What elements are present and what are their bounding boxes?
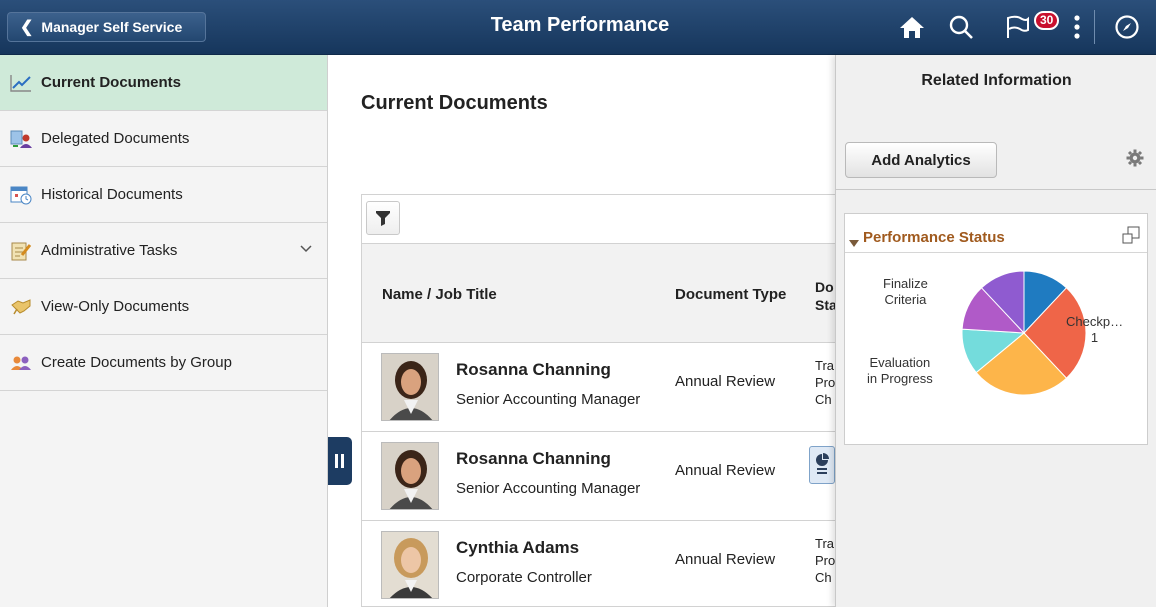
employee-photo <box>381 353 439 421</box>
status-line: Pro <box>815 553 836 568</box>
home-icon[interactable] <box>895 10 929 44</box>
status-line: Ch <box>815 570 832 585</box>
header-divider <box>1094 10 1095 44</box>
handshake-icon <box>10 297 32 317</box>
delegate-icon <box>10 129 32 149</box>
divider <box>836 189 1156 190</box>
sidebar-item-historical-documents[interactable]: Historical Documents <box>0 167 327 223</box>
collapse-triangle-icon[interactable] <box>849 234 859 252</box>
document-status: Tra Pro Ch <box>815 535 835 586</box>
status-line: Pro <box>815 375 836 390</box>
page-title: Team Performance <box>490 14 670 36</box>
column-header-document-type[interactable]: Document Type <box>675 286 786 303</box>
employee-job-title: Corporate Controller <box>456 569 592 586</box>
sidebar-item-current-documents[interactable]: Current Documents <box>0 55 327 111</box>
app-header: ❮ Manager Self Service Team Performance … <box>0 0 1156 55</box>
status-line: Ch <box>815 392 832 407</box>
sidebar-item-delegated-documents[interactable]: Delegated Documents <box>0 111 327 167</box>
calendar-clock-icon <box>10 185 32 205</box>
document-type: Annual Review <box>675 373 776 390</box>
employee-name[interactable]: Rosanna Channing <box>456 449 611 469</box>
table-row[interactable]: Rosanna Channing Senior Accounting Manag… <box>362 432 836 521</box>
sidebar-item-create-documents-by-group[interactable]: Create Documents by Group <box>0 335 327 391</box>
sidebar-item-label: Current Documents <box>41 74 182 91</box>
status-line: Tra <box>815 536 835 551</box>
related-information-panel: Related Information Add Analytics Perfor… <box>835 55 1156 607</box>
employee-name[interactable]: Rosanna Channing <box>456 360 611 380</box>
column-header-line: Do <box>815 279 834 295</box>
pie-label-evaluation: Evaluation in Progress <box>867 355 933 386</box>
sidebar-item-label: Administrative Tasks <box>41 242 178 259</box>
pie-label-checkpoint: Checkp… 1 <box>1066 314 1124 345</box>
collapse-sidebar-button[interactable] <box>328 437 352 485</box>
pie-list-icon <box>816 453 829 474</box>
sidebar-item-label: Create Documents by Group <box>41 354 232 371</box>
status-details-button[interactable] <box>809 446 835 484</box>
document-status: Tra Pro Ch <box>815 357 835 408</box>
main-title: Current Documents <box>361 92 548 114</box>
navbar-compass-icon[interactable] <box>1110 10 1144 44</box>
back-button[interactable]: ❮ Manager Self Service <box>7 12 206 42</box>
documents-grid: Name / Job Title Document Type Do Sta Ro… <box>361 194 836 607</box>
sidebar: Current Documents Delegated Documents Hi… <box>0 55 328 607</box>
back-button-label: Manager Self Service <box>41 19 183 35</box>
document-type: Annual Review <box>675 551 776 568</box>
chevron-left-icon: ❮ <box>20 19 34 36</box>
group-icon <box>10 353 32 373</box>
sidebar-item-administrative-tasks[interactable]: Administrative Tasks <box>0 223 327 279</box>
document-type: Annual Review <box>675 462 776 479</box>
table-row[interactable]: Cynthia Adams Corporate Controller Annua… <box>362 521 836 606</box>
filter-icon <box>376 211 390 226</box>
notifications-flag-icon[interactable] <box>1000 10 1034 44</box>
employee-name[interactable]: Cynthia Adams <box>456 538 579 558</box>
grid-toolbar <box>362 195 836 244</box>
sidebar-item-label: View-Only Documents <box>41 298 190 315</box>
chevron-down-icon[interactable] <box>299 241 313 258</box>
expand-window-icon[interactable] <box>1122 226 1140 249</box>
table-row[interactable]: Rosanna Channing Senior Accounting Manag… <box>362 343 836 432</box>
related-information-title: Related Information <box>921 72 1072 89</box>
grid-header: Name / Job Title Document Type Do Sta <box>362 244 836 343</box>
sidebar-item-view-only-documents[interactable]: View-Only Documents <box>0 279 327 335</box>
pie-label-finalize: Finalize Criteria <box>883 276 928 307</box>
line-chart-icon <box>10 73 32 93</box>
sidebar-item-label: Historical Documents <box>41 186 183 203</box>
notepad-icon <box>10 241 32 261</box>
employee-job-title: Senior Accounting Manager <box>456 480 641 497</box>
add-analytics-button[interactable]: Add Analytics <box>845 142 997 178</box>
employee-photo <box>381 442 439 510</box>
employee-job-title: Senior Accounting Manager <box>456 391 641 408</box>
search-icon[interactable] <box>944 10 978 44</box>
tile-title[interactable]: Performance Status <box>863 229 1005 246</box>
gear-icon[interactable] <box>1126 149 1144 172</box>
employee-photo <box>381 531 439 599</box>
more-actions-icon[interactable] <box>1060 10 1094 44</box>
column-header-name[interactable]: Name / Job Title <box>382 286 497 303</box>
tile-header: Performance Status <box>845 214 1147 253</box>
status-line: Tra <box>815 358 835 373</box>
sidebar-item-label: Delegated Documents <box>41 130 190 147</box>
notification-badge: 30 <box>1034 11 1060 30</box>
performance-status-tile: Performance Status Finalize Criteria Che… <box>844 213 1148 445</box>
column-header-line: Sta <box>815 297 836 313</box>
column-header-document-status[interactable]: Do Sta <box>815 278 836 314</box>
filter-button[interactable] <box>366 201 400 235</box>
